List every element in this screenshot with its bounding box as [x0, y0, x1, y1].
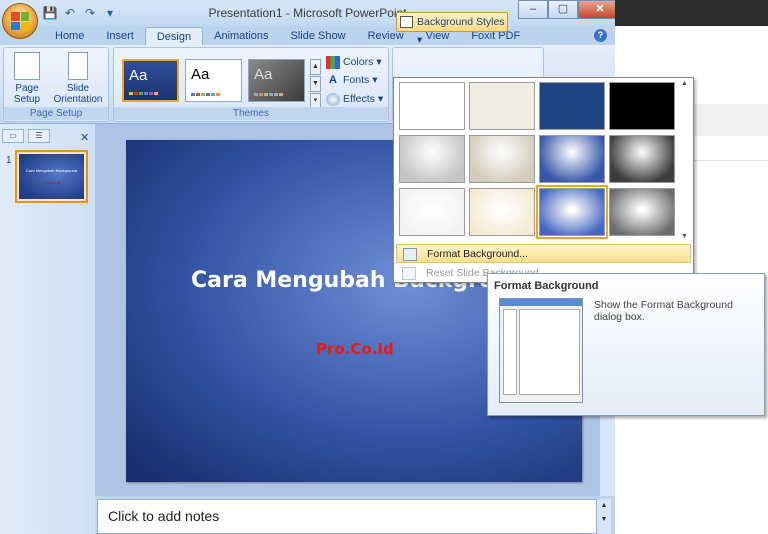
help-icon[interactable]: ? [594, 29, 607, 42]
format-background-menu-item[interactable]: Format Background... [396, 244, 691, 263]
chevron-down-icon[interactable]: ▼ [310, 76, 321, 92]
tooltip-title: Format Background [494, 280, 599, 292]
tooltip-description: Show the Format Background dialog box. [594, 299, 733, 323]
tab-insert[interactable]: Insert [95, 27, 145, 45]
close-button[interactable]: ✕ [578, 0, 615, 19]
fonts-icon: A [329, 73, 337, 86]
effects-label: Effects [343, 93, 375, 105]
background-style-swatch[interactable] [399, 135, 465, 183]
background-style-swatch[interactable] [399, 82, 465, 130]
background-style-swatch[interactable] [469, 135, 535, 183]
format-background-tooltip: Format Background Show the Format Backgr… [487, 273, 765, 416]
thumbnail-title: Cara Mengubah Background [25, 168, 78, 173]
themes-scroll[interactable]: ▲ ▼ ▾ [310, 59, 321, 109]
background-style-swatch[interactable] [609, 135, 675, 183]
slide-orientation-label: Slide Orientation [53, 83, 103, 105]
format-background-label: Format Background... [427, 248, 528, 260]
dropdown-arrow-icon: ▾ [376, 56, 382, 68]
window-controls: – ▢ ✕ [518, 0, 615, 19]
page-setup-group-label: Page Setup [4, 107, 108, 120]
colors-label: Colors [343, 56, 374, 68]
theme-preview-text: Aa [129, 67, 148, 84]
background-style-swatch[interactable] [469, 188, 535, 236]
dropdown-arrow-icon: ▾ [417, 34, 423, 46]
theme-office-default[interactable]: Aa [185, 59, 242, 102]
theme-dark[interactable]: Aa [248, 59, 305, 102]
page-setup-label: Page Setup [13, 83, 41, 105]
slide-number: 1 [6, 155, 12, 166]
dropdown-arrow-icon: ▾ [377, 93, 384, 105]
theme-preview-text: Aa [191, 66, 210, 83]
panel-tabs: ▭ ☰ ✕ [0, 127, 95, 144]
background-style-swatch[interactable] [609, 188, 675, 236]
page-setup-group: Page Setup Slide Orientation Page Setup [3, 47, 109, 122]
close-icon[interactable]: ✕ [80, 131, 89, 144]
dialog-preview-image [499, 298, 583, 403]
background-style-swatch[interactable] [539, 135, 605, 183]
tab-slide-show[interactable]: Slide Show [280, 27, 357, 45]
tab-animations[interactable]: Animations [203, 27, 279, 45]
minimize-button[interactable]: – [518, 0, 548, 19]
page-setup-button[interactable]: Page Setup [8, 52, 46, 105]
slide-subtitle[interactable]: Pro.Co.Id [316, 340, 394, 358]
theme-preview-text: Aa [254, 66, 273, 83]
background-style-swatch[interactable] [539, 82, 605, 130]
slide-thumbnail[interactable]: Cara Mengubah Background Pro.Co.Id [15, 150, 88, 203]
maximize-button[interactable]: ▢ [548, 0, 578, 19]
slides-tab[interactable]: ▭ [2, 129, 24, 143]
fonts-button[interactable]: A Fonts ▾ [326, 72, 378, 88]
effects-button[interactable]: Effects ▾ [326, 91, 383, 107]
background-styles-gallery: ▲ ▼ Format Background... Reset Slide Bac… [393, 77, 694, 283]
slide-orientation-button[interactable]: Slide Orientation [48, 52, 108, 105]
background-style-swatch[interactable] [469, 82, 535, 130]
theme-office-blue[interactable]: Aa [122, 59, 179, 102]
office-button[interactable] [2, 3, 38, 39]
background-window-topbar [615, 0, 768, 26]
notes-scrollbar[interactable]: ▲ ▼ [597, 499, 611, 534]
background-style-swatch[interactable] [609, 82, 675, 130]
background-styles-label: Background Styles [417, 16, 505, 28]
dropdown-arrow-icon: ▾ [372, 74, 378, 86]
tab-design[interactable]: Design [144, 27, 204, 45]
themes-group: Aa Aa Aa ▲ ▼ ▾ Colors ▾ A Fonts ▾ Effect… [113, 47, 389, 122]
chevron-down-icon[interactable]: ▼ [678, 233, 691, 240]
paint-bucket-icon [403, 248, 417, 261]
colors-icon [326, 55, 340, 69]
notes-pane[interactable]: Click to add notes [97, 499, 597, 534]
slides-panel: ▭ ☰ ✕ 1 Cara Mengubah Background Pro.Co.… [0, 124, 95, 534]
fonts-label: Fonts [343, 74, 370, 86]
reset-icon [402, 267, 416, 280]
slide-thumbnail-preview: Cara Mengubah Background Pro.Co.Id [19, 154, 84, 199]
background-styles-icon [400, 16, 413, 28]
outline-tab[interactable]: ☰ [28, 129, 50, 143]
background-swatches [399, 82, 677, 242]
background-style-swatch[interactable] [536, 185, 608, 239]
chevron-up-icon[interactable]: ▲ [310, 59, 321, 75]
thumbnail-subtitle: Pro.Co.Id [43, 180, 60, 185]
background-styles-button[interactable]: Background Styles ▾ [396, 12, 508, 46]
title-bar: 💾 ↶ ↷ ▾ Presentation1 - Microsoft PowerP… [0, 0, 615, 26]
themes-group-label: Themes [114, 107, 388, 120]
tab-home[interactable]: Home [44, 27, 95, 45]
slide-orientation-icon [68, 52, 88, 80]
chevron-up-icon[interactable]: ▲ [678, 80, 691, 87]
office-logo-icon [11, 12, 29, 30]
gallery-scrollbar[interactable]: ▲ ▼ [678, 80, 691, 240]
page-setup-icon [14, 52, 40, 80]
effects-icon [326, 92, 340, 106]
colors-button[interactable]: Colors ▾ [326, 54, 382, 70]
background-style-swatch[interactable] [399, 188, 465, 236]
